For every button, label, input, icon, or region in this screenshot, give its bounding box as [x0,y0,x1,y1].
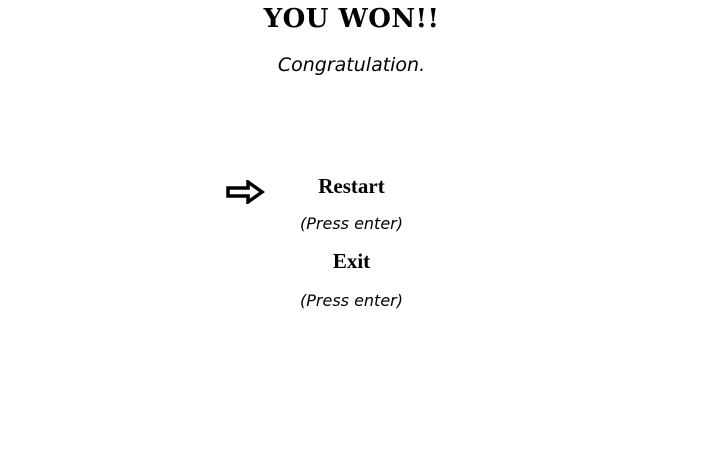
exit-hint: (Press enter) [300,291,403,310]
win-title: YOU WON!! [263,4,440,34]
game-over-screen: YOU WON!! Congratulation. Restart (Press… [0,0,703,467]
restart-option[interactable]: Restart [0,173,703,199]
congratulation-text: Congratulation. [277,54,426,76]
restart-hint: (Press enter) [300,214,403,233]
exit-option[interactable]: Exit [0,248,703,274]
